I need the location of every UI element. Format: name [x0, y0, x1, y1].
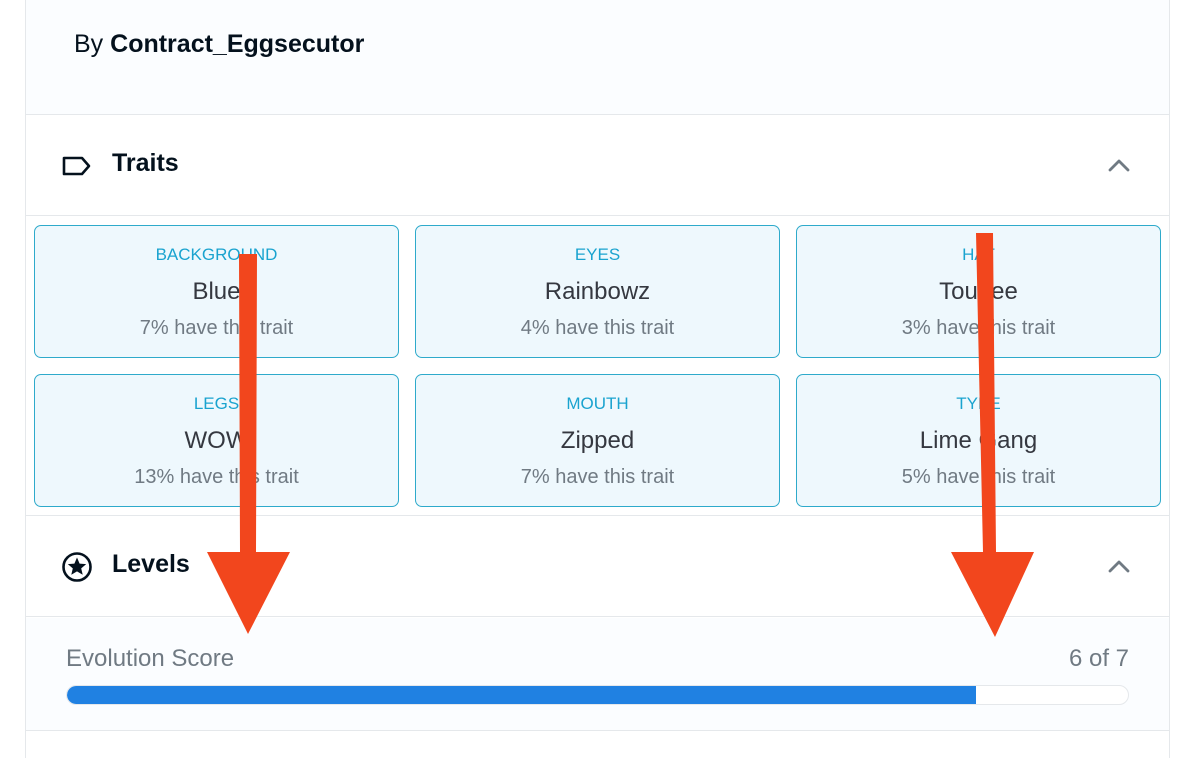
trait-rarity: 5% have this trait	[901, 466, 1056, 488]
byline-prefix: By	[74, 30, 104, 58]
traits-grid: BACKGROUND Blue 7% have this trait EYES …	[26, 216, 1169, 516]
trait-value: WOW	[184, 427, 249, 454]
trait-type: TYPE	[956, 394, 1001, 413]
trait-card-hat[interactable]: HAT Toupee 3% have this trait	[796, 225, 1161, 358]
trait-type: LEGS	[193, 394, 240, 413]
trait-value: Blue	[192, 278, 241, 305]
levels-header[interactable]: Levels	[26, 516, 1169, 617]
level-name: Evolution Score	[66, 645, 235, 672]
trait-rarity: 7% have this trait	[139, 317, 294, 339]
level-progress-fill	[67, 686, 977, 704]
trait-value: Rainbowz	[544, 278, 651, 305]
traits-header[interactable]: Traits	[26, 115, 1169, 216]
star-icon	[62, 552, 92, 582]
item-details-panel: By Contract_Eggsecutor Traits BACKGROUND…	[25, 0, 1170, 758]
trait-card-eyes[interactable]: EYES Rainbowz 4% have this trait	[415, 225, 780, 358]
tag-icon	[62, 156, 91, 176]
chevron-up-icon[interactable]	[1107, 556, 1131, 576]
trait-card-mouth[interactable]: MOUTH Zipped 7% have this trait	[415, 374, 780, 507]
trait-rarity: 4% have this trait	[520, 317, 675, 339]
trait-type: HAT	[962, 245, 995, 264]
level-value: 6 of 7	[1068, 645, 1129, 672]
trait-card-legs[interactable]: LEGS WOW 13% have this trait	[34, 374, 399, 507]
level-progress-track	[66, 685, 1129, 705]
trait-type: EYES	[574, 245, 621, 264]
trait-type: BACKGROUND	[155, 245, 278, 264]
trait-value: Toupee	[939, 278, 1018, 305]
creator-link[interactable]: Contract_Eggsecutor	[110, 30, 364, 58]
trait-card-background[interactable]: BACKGROUND Blue 7% have this trait	[34, 225, 399, 358]
chevron-up-icon[interactable]	[1107, 155, 1131, 175]
traits-title: Traits	[112, 149, 179, 177]
trait-rarity: 3% have this trait	[901, 317, 1056, 339]
levels-title: Levels	[112, 550, 190, 578]
trait-rarity: 13% have this trait	[134, 466, 299, 488]
trait-type: MOUTH	[566, 394, 629, 413]
level-row-evolution-score: Evolution Score 6 of 7	[26, 618, 1169, 731]
trait-value: Zipped	[560, 427, 635, 454]
trait-rarity: 7% have this trait	[520, 466, 675, 488]
creator-byline: By Contract_Eggsecutor	[26, 0, 1169, 115]
trait-value: Lime Gang	[919, 427, 1038, 454]
trait-card-type[interactable]: TYPE Lime Gang 5% have this trait	[796, 374, 1161, 507]
